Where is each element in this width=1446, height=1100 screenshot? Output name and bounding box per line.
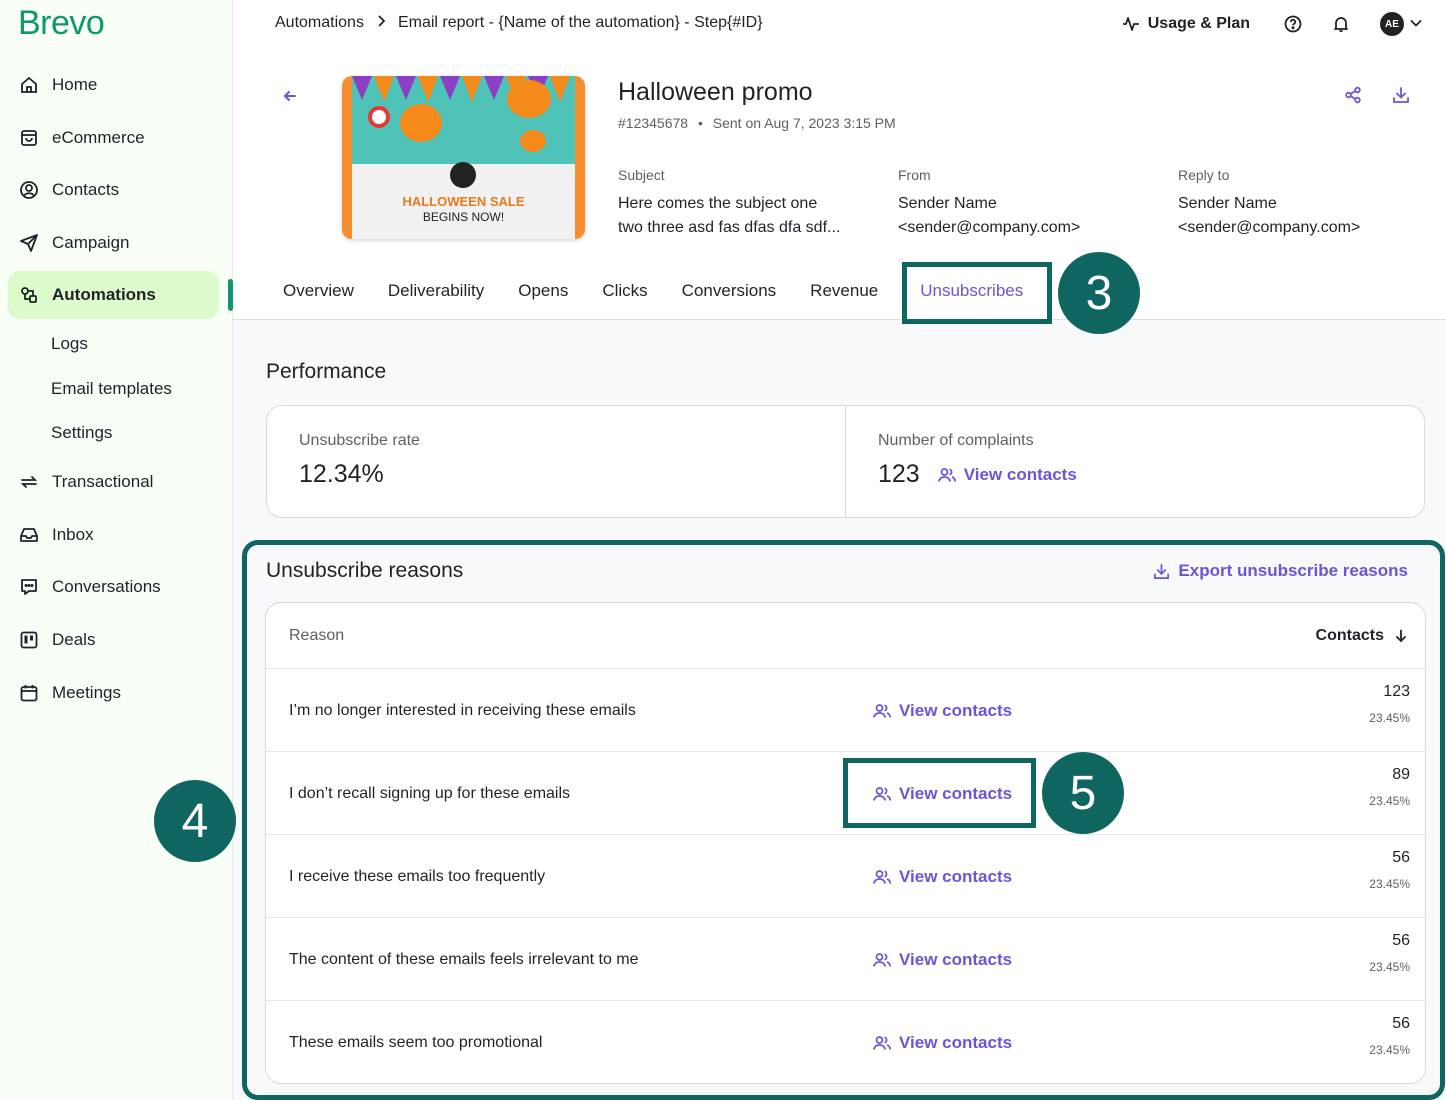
logo-placeholder [450,162,476,188]
sidebar-item-meetings[interactable]: Meetings [8,669,219,717]
tab-clicks[interactable]: Clicks [585,262,664,320]
avatar[interactable]: AE [1380,12,1404,36]
sidebar-item-inbox[interactable]: Inbox [8,511,219,559]
sidebar-item-label: Automations [52,285,156,304]
tab-revenue[interactable]: Revenue [793,262,895,320]
back-arrow-icon[interactable] [280,86,300,111]
brevo-logo[interactable]: Brevo [18,4,105,43]
help-icon[interactable] [1284,15,1302,33]
home-icon [19,75,39,95]
pumpkin-decoration [507,80,551,118]
pumpkin-decoration [520,130,546,152]
performance-card: Unsubscribe rate 12.34% Number of compla… [266,405,1425,518]
sidebar-item-label: eCommerce [52,128,145,147]
tab-conversions[interactable]: Conversions [665,262,794,320]
sidebar-item-automations[interactable]: Automations [8,271,219,319]
from-value: Sender Name <sender@company.com> [898,195,1081,236]
sidebar-subitem-email-templates[interactable]: Email templates [51,379,172,399]
breadcrumb: Automations Email report - {Name of the … [275,14,763,32]
highlight-view-contacts [843,758,1036,828]
transactional-icon [19,472,39,492]
unsubscribe-rate-cell: Unsubscribe rate 12.34% [267,406,845,517]
chat-icon [19,577,39,597]
activity-icon [1122,17,1139,31]
breadcrumb-root[interactable]: Automations [275,14,364,32]
callout-badge-5: 5 [1042,752,1124,834]
deals-icon [19,630,39,650]
sidebar-item-label: Home [52,75,98,94]
sidebar-subitem-logs[interactable]: Logs [51,334,88,354]
chevron-right-icon [376,14,386,32]
callout-badge-4: 4 [154,780,236,862]
sidebar-item-transactional[interactable]: Transactional [8,458,219,506]
users-icon [937,467,956,482]
sidebar-item-campaign[interactable]: Campaign [8,219,219,267]
sidebar-item-ecommerce[interactable]: eCommerce [8,114,219,162]
breadcrumb-current: Email report - {Name of the automation} … [397,14,763,31]
usage-plan-button[interactable]: Usage & Plan [1122,15,1250,33]
reply-to-value: Sender Name <sender@company.com> [1178,195,1361,236]
send-icon [19,233,39,253]
sidebar-item-label: Meetings [52,683,121,702]
callout-badge-3: 3 [1058,252,1140,334]
tab-deliverability[interactable]: Deliverability [371,262,501,320]
sidebar-item-contacts[interactable]: Contacts [8,166,219,214]
active-indicator [228,279,233,311]
download-icon[interactable] [1392,86,1410,109]
header-actions [1344,86,1410,109]
email-sent-date: Sent on Aug 7, 2023 3:15 PM [712,115,896,131]
sidebar-item-label: Conversations [52,577,161,596]
top-actions: Usage & Plan AE [1122,10,1422,38]
complaints-view-contacts-link[interactable]: View contacts [937,465,1077,485]
bell-icon[interactable] [1332,15,1350,33]
contacts-icon [19,180,39,200]
shopping-bag-icon [19,128,39,148]
email-thumbnail[interactable]: HALLOWEEN SALE BEGINS NOW! [342,76,585,239]
complaints-cell: Number of complaints 123 View contacts [845,406,1424,517]
sidebar-item-label: Campaign [52,233,130,252]
sidebar-item-label: Contacts [52,180,120,199]
page-title: Halloween promo [618,78,813,106]
thumbnail-subline: BEGINS NOW! [422,210,505,224]
sidebar-item-home[interactable]: Home [8,61,219,109]
performance-title: Performance [266,360,387,383]
pumpkin-decoration [400,104,442,142]
tab-overview[interactable]: Overview [266,262,371,320]
automation-icon [19,285,39,305]
sidebar-item-label: Transactional [52,472,154,491]
share-icon[interactable] [1344,86,1362,109]
sidebar-subitem-settings[interactable]: Settings [51,423,112,443]
complaints-label: Number of complaints [878,432,1034,449]
unsubscribe-rate-label: Unsubscribe rate [299,432,420,449]
sidebar: Brevo Home eCommerce Contacts Campaign A… [0,0,233,1100]
sidebar-item-conversations[interactable]: Conversations [8,563,219,611]
tab-opens[interactable]: Opens [501,262,585,320]
thumbnail-headline: HALLOWEEN SALE [402,194,525,209]
chevron-down-icon[interactable] [1410,15,1422,33]
complaints-value: 123 [878,460,920,488]
email-meta: #12345678 • Sent on Aug 7, 2023 3:15 PM [618,115,896,131]
subject-value: Here comes the subject one two three asd… [618,195,841,236]
highlight-unsubscribes-tab [902,262,1052,324]
sidebar-item-label: Inbox [52,525,94,544]
eyeball-decoration [368,106,390,128]
unsubscribe-rate-value: 12.34% [299,460,384,488]
subject-label: Subject [618,167,665,183]
sidebar-item-deals[interactable]: Deals [8,616,219,664]
usage-plan-label: Usage & Plan [1147,15,1250,32]
email-id: #12345678 [618,115,689,131]
inbox-icon [19,525,39,545]
reply-to-label: Reply to [1178,167,1230,183]
from-label: From [898,167,931,183]
calendar-icon [19,683,39,703]
sidebar-item-label: Deals [52,630,96,649]
